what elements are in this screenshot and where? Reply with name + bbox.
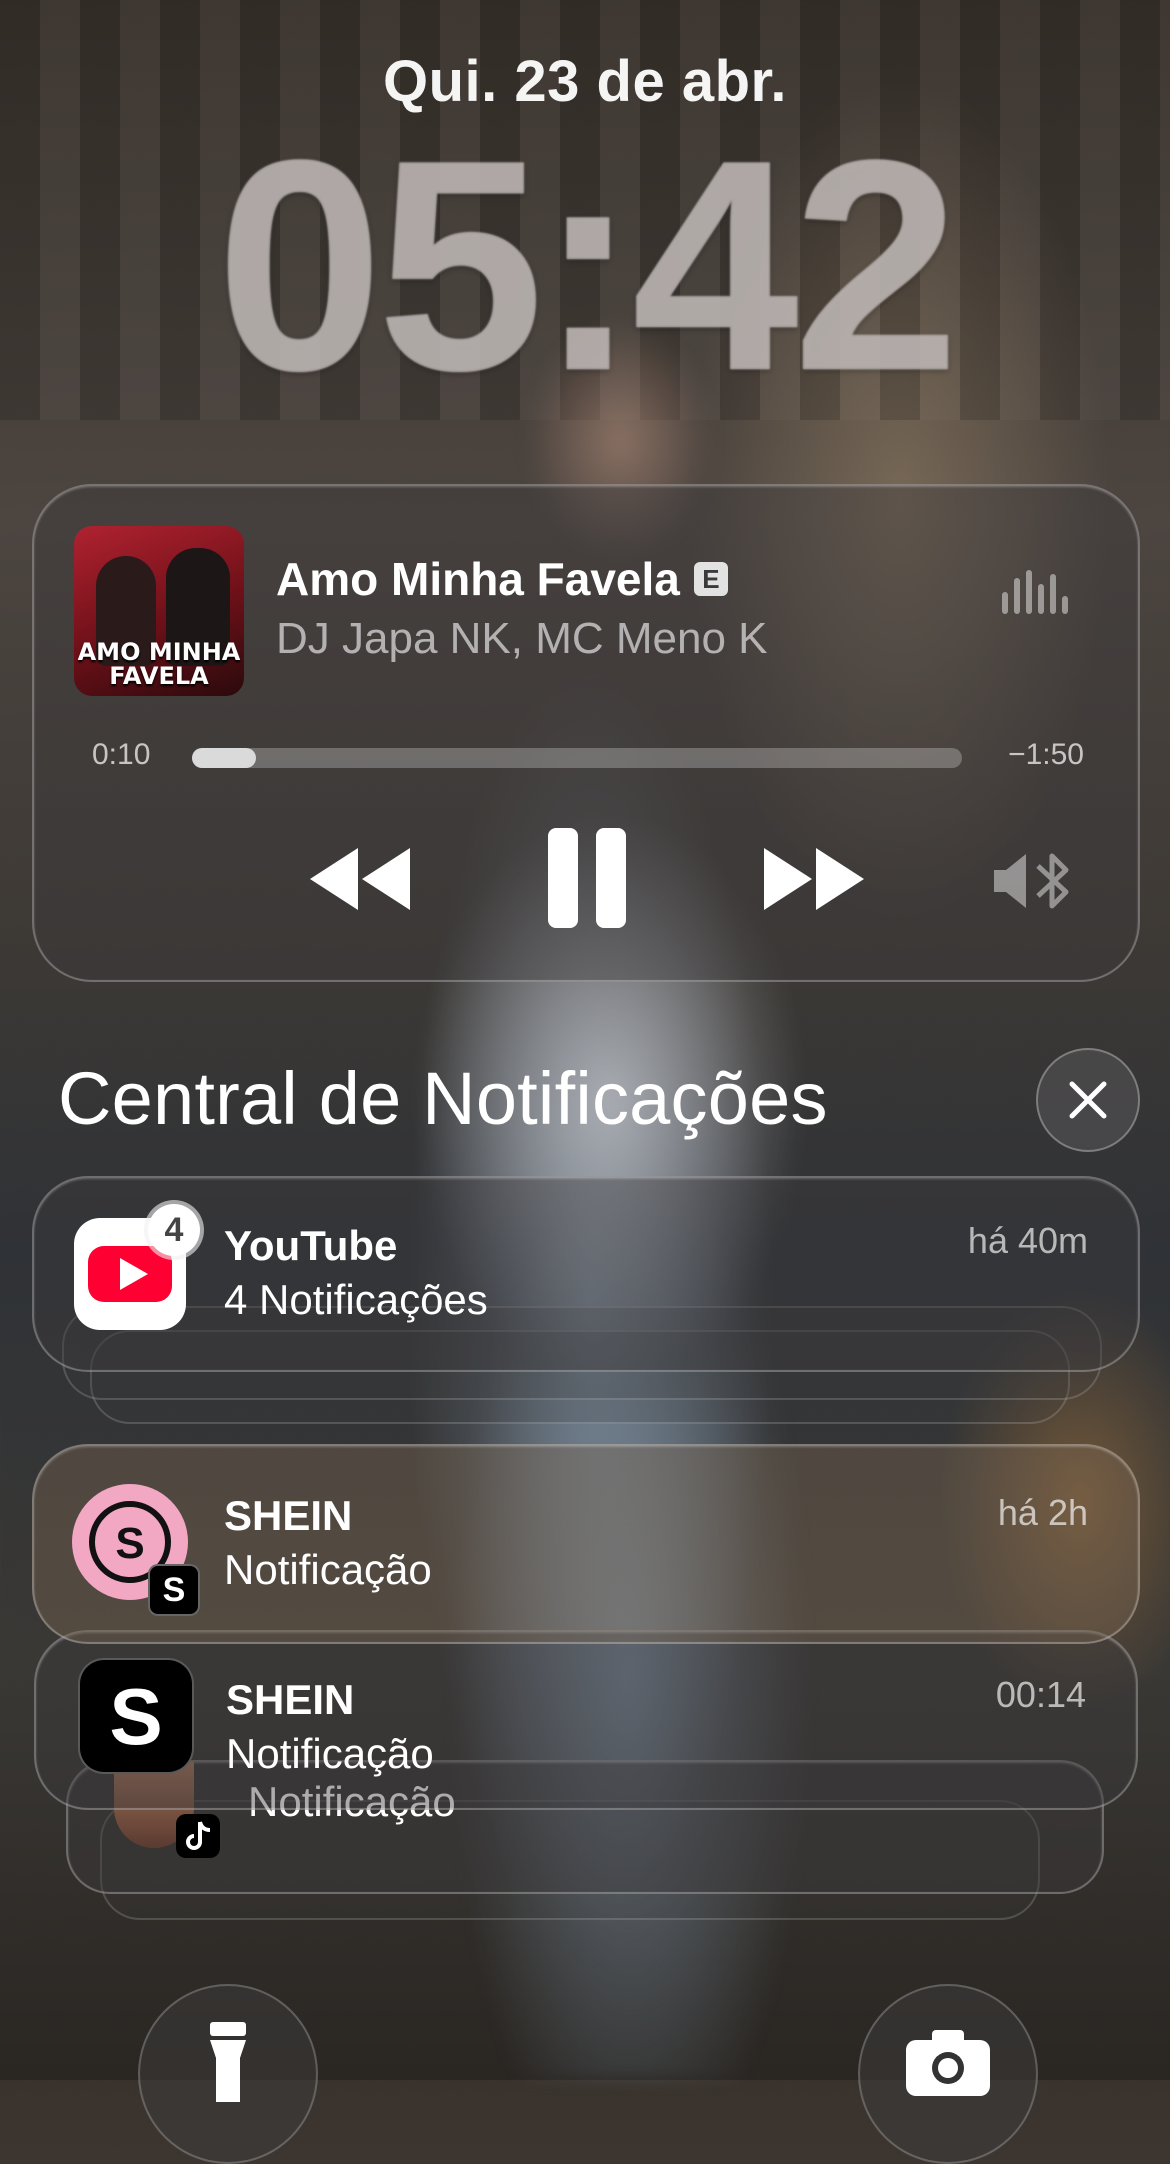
flashlight-button[interactable]: [138, 1984, 318, 2164]
camera-button[interactable]: [858, 1984, 1038, 2164]
pause-icon[interactable]: [548, 828, 626, 928]
notification-count-badge: 4: [148, 1204, 200, 1256]
song-artist[interactable]: DJ Japa NK, MC Meno K: [276, 614, 768, 664]
notification-body: 4 Notificações: [224, 1276, 488, 1323]
lock-clock: 05:42: [216, 97, 959, 433]
notification-app-name: YouTube: [224, 1222, 398, 1269]
shein-small-icon: S: [148, 1564, 200, 1616]
tiktok-icon: [176, 1814, 220, 1858]
notification-time: há 2h: [997, 1492, 1088, 1533]
song-title[interactable]: Amo Minha Favela E: [276, 552, 728, 606]
bluetooth-speaker-icon[interactable]: [992, 848, 1074, 914]
notification-shein[interactable]: S SHEIN Notificação 00:14: [34, 1630, 1138, 1810]
svg-text:S: S: [109, 1672, 162, 1761]
explicit-badge: E: [693, 561, 728, 596]
shein-icon: S: [78, 1658, 194, 1774]
notification-sheglam[interactable]: S S SHEIN Notificação há 2h: [32, 1444, 1140, 1644]
notification-center-title: Central de Notificações: [58, 1057, 828, 1140]
progress-scrubber[interactable]: [192, 748, 962, 768]
close-icon[interactable]: [1036, 1048, 1140, 1152]
notification-app-name: SHEIN: [224, 1492, 353, 1539]
remaining-time: −1:50: [1008, 738, 1084, 771]
notification-youtube[interactable]: 4 YouTube 4 Notificações há 40m: [32, 1176, 1140, 1372]
album-art[interactable]: AMO MINHA FAVELA: [74, 526, 244, 696]
notification-time: há 40m: [967, 1220, 1088, 1261]
progress-fill: [192, 748, 256, 768]
notification-time: 00:14: [995, 1674, 1086, 1715]
elapsed-time: 0:10: [92, 738, 151, 771]
song-title-text: Amo Minha Favela: [276, 553, 680, 605]
flashlight-icon: [210, 2022, 246, 2102]
notification-app-name: SHEIN: [226, 1676, 355, 1723]
notification-body: Notificação: [226, 1730, 434, 1777]
rewind-icon[interactable]: [306, 846, 416, 912]
album-art-text: AMO MINHA FAVELA: [77, 638, 241, 690]
now-playing-widget[interactable]: AMO MINHA FAVELA Amo Minha Favela E DJ Ja…: [32, 484, 1140, 982]
waveform-icon[interactable]: [1002, 570, 1068, 614]
camera-icon: [906, 2030, 990, 2096]
fast-forward-icon[interactable]: [758, 846, 868, 912]
svg-text:S: S: [115, 1519, 144, 1568]
notification-body: Notificação: [224, 1546, 432, 1593]
